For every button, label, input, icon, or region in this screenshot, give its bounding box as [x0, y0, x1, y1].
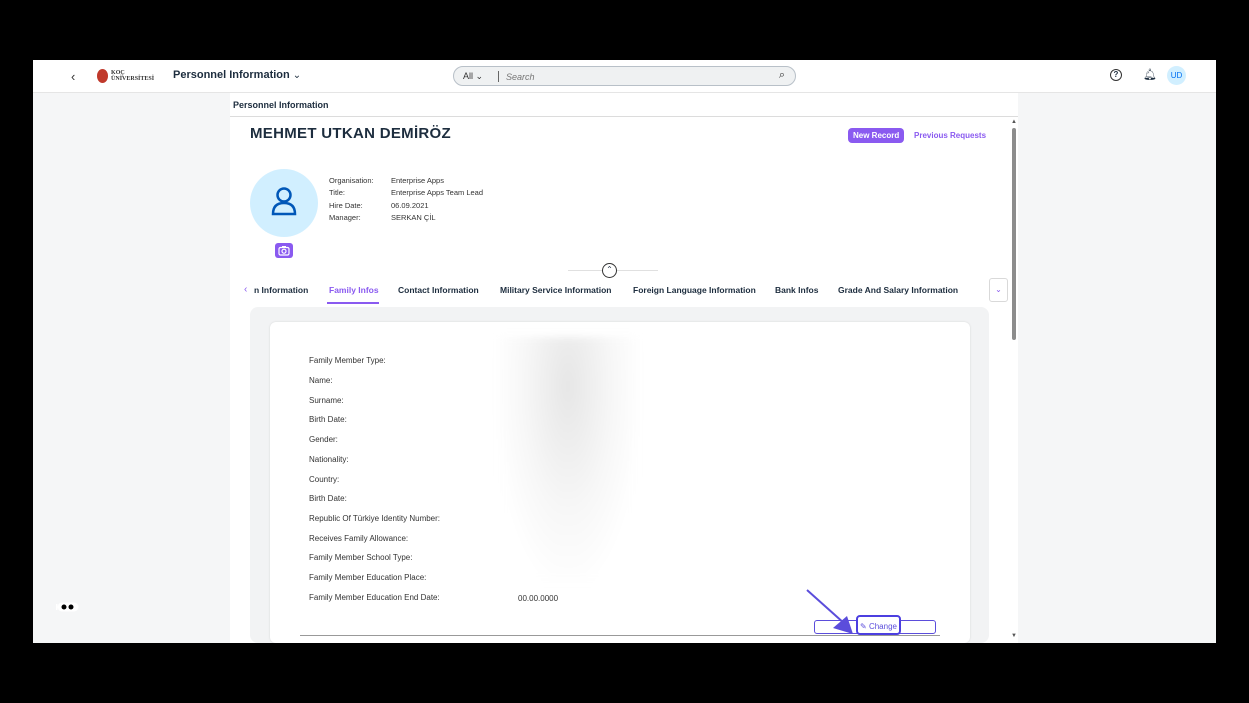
chevron-down-icon: ⌄: [292, 70, 302, 81]
edit-icon: ✎: [860, 622, 867, 631]
field-label: Family Member School Type:: [309, 553, 413, 562]
education-end-date-value: 00.00.0000: [518, 594, 559, 603]
field-label: Family Member Type:: [309, 356, 386, 365]
tab-grade-and-salary-information[interactable]: Grade And Salary Information: [838, 285, 958, 295]
attribute-value: Enterprise Apps Team Lead: [391, 188, 484, 198]
person-icon: [271, 187, 297, 216]
field-label: Birth Date:: [309, 494, 347, 503]
attribute-row: Manager: SERKAN ÇİL: [329, 212, 483, 224]
tab-family-infos[interactable]: Family Infos: [329, 285, 379, 295]
logo-text: KOÇ ÜNİVERSİTESİ: [111, 70, 155, 82]
logo-mark-icon: [97, 69, 109, 83]
search-scope-label: All: [463, 71, 474, 81]
field-label: Family Member Education Place:: [309, 573, 427, 582]
camera-icon: [278, 246, 290, 256]
attribute-row: Organisation: Enterprise Apps: [329, 175, 483, 187]
vertical-scrollbar[interactable]: [1012, 128, 1016, 340]
user-avatar[interactable]: UD: [1167, 66, 1186, 85]
attribute-value: Enterprise Apps: [391, 176, 444, 185]
attribute-label: Manager:: [329, 212, 361, 222]
personnel-page: Personnel Information MEHMET UTKAN DEMİR…: [230, 93, 1018, 643]
app-title: Personnel Information: [173, 69, 290, 81]
collapse-header-button[interactable]: ⌃: [602, 263, 617, 278]
field-label: Receives Family Allowance:: [309, 534, 409, 543]
page-title: Personnel Information: [233, 100, 329, 110]
tab-foreign-language-information[interactable]: Foreign Language Information: [633, 285, 756, 295]
field-label: Country:: [309, 475, 340, 484]
attribute-label: Hire Date:: [329, 200, 363, 210]
app-screen: ‹ KOÇ ÜNİVERSİTESİ Personnel Information…: [33, 60, 1216, 643]
attribute-label: Organisation:: [329, 176, 374, 185]
blurred-values: [498, 337, 638, 583]
tab-bank-infos[interactable]: Bank Infos: [775, 285, 818, 295]
search-icon[interactable]: ⌕: [779, 69, 785, 82]
attribute-label: Title:: [329, 188, 345, 198]
person-name: MEHMET UTKAN DEMİRÖZ: [250, 125, 451, 142]
person-attributes: Organisation: Enterprise Apps Title: Enter…: [329, 175, 483, 224]
change-button-label: Change: [868, 622, 897, 631]
field-label: Name:: [309, 376, 333, 385]
tab-overflow-chevron-down-icon[interactable]: ⌄: [989, 278, 1008, 302]
tab-military-service-information[interactable]: Military Service Information: [500, 285, 611, 295]
previous-requests-link[interactable]: Previous Requests: [914, 131, 986, 140]
tab-contact-information[interactable]: Contact Information: [398, 285, 479, 295]
field-label: Birth Date:: [309, 415, 347, 424]
field-label: Nationality:: [309, 455, 349, 464]
notification-bell-icon[interactable]: 🔔︎: [1143, 68, 1157, 81]
search-divider: [498, 71, 499, 82]
app-title-menu[interactable]: Personnel Information ⌄: [173, 69, 301, 81]
back-button[interactable]: ‹: [71, 69, 75, 84]
tab-scroll-left-icon[interactable]: ‹: [244, 284, 247, 295]
attribute-value: 06.09.2021: [391, 200, 429, 210]
field-label: Surname:: [309, 396, 344, 405]
attribute-value: SERKAN ÇİL: [391, 212, 436, 222]
shell-bar: ‹ KOÇ ÜNİVERSİTESİ Personnel Information…: [33, 60, 1216, 93]
help-icon[interactable]: ?: [1110, 69, 1122, 81]
active-tab-indicator: [327, 302, 379, 304]
change-button[interactable]: ✎ Change: [856, 615, 901, 635]
tab-bar: ‹ n Information Family Infos Contact Inf…: [230, 278, 1018, 304]
search-input[interactable]: [504, 69, 758, 85]
search-scope-select[interactable]: All ⌄: [463, 71, 483, 82]
search-field: All ⌄ ⌕: [453, 66, 796, 86]
profile-avatar: [250, 169, 318, 237]
scroll-up-icon[interactable]: ▲: [1011, 119, 1017, 125]
field-label: Republic Of Türkiye Identity Number:: [309, 514, 441, 523]
university-logo[interactable]: KOÇ ÜNİVERSİTESİ: [97, 68, 157, 84]
field-label: Gender:: [309, 435, 338, 444]
attribute-row: Title: Enterprise Apps Team Lead: [329, 187, 483, 199]
annotation-arrow-icon: [806, 589, 853, 634]
change-photo-button[interactable]: [275, 243, 293, 258]
attribute-row: Hire Date: 06.09.2021: [329, 200, 483, 212]
field-label: Family Member Education End Date:: [309, 593, 440, 602]
toggle-switch-icon[interactable]: [56, 601, 80, 613]
new-record-button[interactable]: New Record: [848, 128, 905, 143]
page-divider: [230, 116, 1018, 117]
tab-personal-information[interactable]: n Information: [254, 285, 308, 295]
scroll-down-icon[interactable]: ▼: [1011, 633, 1017, 639]
